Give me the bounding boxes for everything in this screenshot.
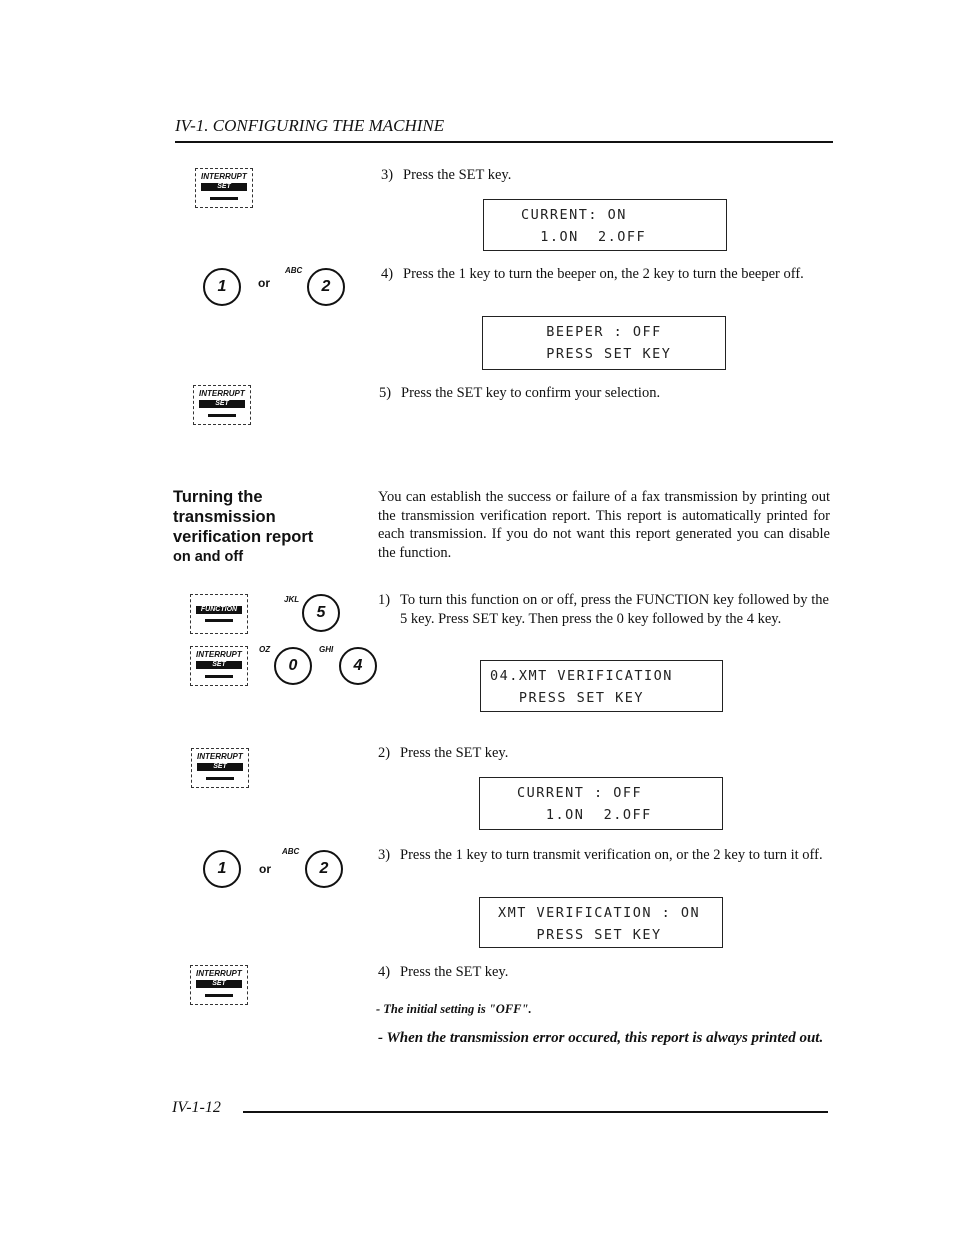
- or-label: or: [259, 862, 271, 876]
- step-5-beeper: 5) Press the SET key to confirm your sele…: [379, 384, 660, 403]
- step-text: Press the SET key.: [403, 167, 512, 183]
- key-4-icon: 4: [339, 647, 377, 685]
- set-key-icon: INTERRUPT SET: [191, 748, 249, 788]
- interrupt-label: INTERRUPT: [201, 172, 247, 181]
- oz-label: OZ: [259, 645, 271, 654]
- step-3-xmt: 3) Press the 1 key to turn transmit verif…: [378, 846, 829, 865]
- step-number: 4): [378, 964, 391, 980]
- step-2-xmt: 2) Press the SET key.: [378, 744, 508, 763]
- jkl-label: JKL: [284, 595, 300, 604]
- step-text: Press the 1 key to turn the beeper on, t…: [403, 266, 804, 282]
- section-title: Turning the transmission verification re…: [173, 488, 314, 546]
- lcd-display: CURRENT: ON 1.ON 2.OFF: [483, 199, 727, 251]
- key-1-icon: 1: [203, 268, 241, 306]
- interrupt-label: INTERRUPT: [199, 389, 245, 398]
- step-text: Press the SET key.: [400, 964, 509, 980]
- key-2-icon: 2: [305, 850, 343, 888]
- or-label: or: [258, 276, 270, 290]
- note-error-report: - When the transmission error occured, t…: [378, 1030, 824, 1046]
- step-4-xmt: 4) Press the SET key.: [378, 963, 508, 982]
- lcd-line-1: XMT VERIFICATION : ON: [498, 905, 701, 921]
- step-4-beeper: 4) Press the 1 key to turn the beeper on,…: [381, 265, 831, 284]
- set-key-icon: INTERRUPT SET: [195, 168, 253, 208]
- key-2-icon: 2: [307, 268, 345, 306]
- set-label: SET: [201, 183, 247, 191]
- lcd-line-1: CURRENT : OFF: [517, 785, 643, 801]
- key-line: [205, 619, 233, 622]
- key-1-icon: 1: [203, 850, 241, 888]
- section-subtitle: on and off: [173, 549, 244, 565]
- lcd-display: 04.XMT VERIFICATION PRESS SET KEY: [480, 660, 723, 712]
- step-number: 5): [379, 385, 392, 401]
- set-key-icon: INTERRUPT SET: [193, 385, 251, 425]
- step-number: 3): [378, 847, 391, 863]
- abc-label: ABC: [285, 266, 303, 275]
- ghi-label: GHI: [319, 645, 334, 654]
- key-0-icon: 0: [274, 647, 312, 685]
- key-line: [205, 675, 233, 678]
- note-initial-setting: - The initial setting is "OFF".: [376, 1002, 532, 1016]
- lcd-line-1: CURRENT: ON: [521, 207, 627, 223]
- step-number: 2): [378, 745, 391, 761]
- lcd-line-2: PRESS SET KEY: [527, 346, 672, 362]
- lcd-display: BEEPER : OFF PRESS SET KEY: [482, 316, 726, 370]
- key-5-icon: 5: [302, 594, 340, 632]
- lcd-line-2: 1.ON 2.OFF: [521, 229, 647, 245]
- set-label: SET: [199, 400, 245, 408]
- set-label: SET: [196, 980, 242, 988]
- step-text: Press the SET key.: [400, 745, 509, 761]
- step-number: 1): [378, 592, 391, 608]
- lcd-line-2: PRESS SET KEY: [490, 690, 645, 706]
- interrupt-label: INTERRUPT: [197, 752, 243, 761]
- lcd-display: XMT VERIFICATION : ON PRESS SET KEY: [479, 897, 723, 948]
- footer-rule: [243, 1111, 828, 1113]
- step-1-xmt: 1) To turn this function on or off, press…: [378, 591, 829, 629]
- key-line: [210, 197, 238, 200]
- function-key-icon: FUNCTION: [190, 594, 248, 634]
- step-text: Press the 1 key to turn transmit verific…: [400, 847, 823, 863]
- interrupt-label: INTERRUPT: [196, 969, 242, 978]
- lcd-line-1: BEEPER : OFF: [527, 324, 662, 340]
- function-label: FUNCTION: [196, 606, 242, 614]
- key-line: [205, 994, 233, 997]
- header-rule: [175, 141, 833, 143]
- page-header-title: IV-1. CONFIGURING THE MACHINE: [175, 116, 445, 135]
- lcd-line-2: 1.ON 2.OFF: [517, 807, 652, 823]
- abc-label: ABC: [282, 847, 300, 856]
- lcd-line-1: 04.XMT VERIFICATION: [490, 668, 673, 684]
- step-number: 3): [381, 167, 394, 183]
- set-key-icon: INTERRUPT SET: [190, 646, 248, 686]
- lcd-display: CURRENT : OFF 1.ON 2.OFF: [479, 777, 723, 830]
- step-text: Press the SET key to confirm your select…: [401, 385, 661, 401]
- section-intro: You can establish the success or failure…: [378, 489, 830, 561]
- lcd-line-2: PRESS SET KEY: [498, 927, 662, 943]
- step-3-beeper: 3) Press the SET key.: [381, 166, 511, 185]
- set-label: SET: [196, 661, 242, 669]
- step-text: To turn this function on or off, press t…: [400, 592, 829, 627]
- interrupt-label: INTERRUPT: [196, 650, 242, 659]
- set-key-icon: INTERRUPT SET: [190, 965, 248, 1005]
- key-line: [208, 414, 236, 417]
- set-label: SET: [197, 763, 243, 771]
- step-number: 4): [381, 266, 394, 282]
- page-number: IV-1-12: [172, 1099, 221, 1116]
- key-line: [206, 777, 234, 780]
